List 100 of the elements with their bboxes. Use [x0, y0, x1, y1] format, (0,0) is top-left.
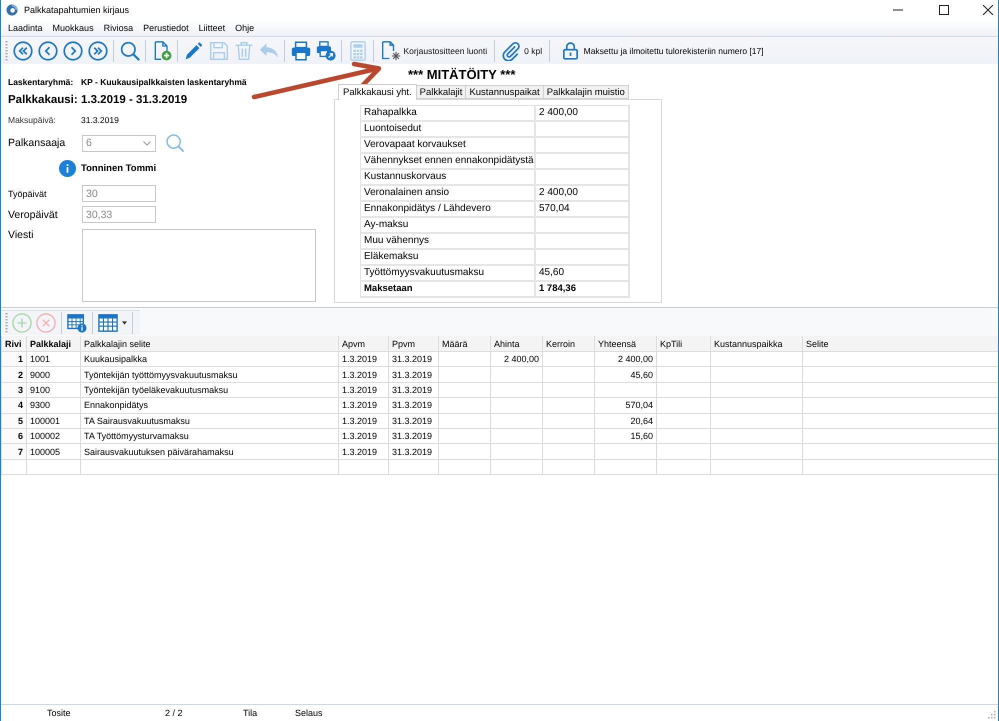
summary-label: Kustannuskorvaus — [361, 170, 536, 186]
row-number: 4 — [2, 398, 26, 414]
column-header: Apvm — [338, 336, 388, 352]
menu-item[interactable]: Ohje — [230, 20, 260, 34]
table-info-icon — [67, 313, 87, 333]
app-logo-icon — [6, 4, 18, 16]
column-header: KpTili — [656, 336, 710, 352]
tab[interactable]: Kustannuspaikat — [466, 85, 544, 99]
table-cell: 31.3.2019 — [388, 444, 438, 460]
status-bar-text: Tosite — [47, 708, 72, 718]
next-record-button[interactable] — [60, 38, 84, 62]
paperclip-icon — [501, 40, 522, 60]
row-info-button[interactable] — [66, 312, 88, 334]
caret-icon — [122, 321, 127, 325]
table-cell: 31.3.2019 — [388, 352, 438, 367]
table-cell: 2 400,00 — [594, 352, 656, 367]
document-asterisk-icon — [380, 40, 400, 60]
table-cell: 1.3.2019 — [338, 428, 388, 444]
table-cell: 9000 — [26, 366, 80, 382]
calc-group-value: KP - Kuukausipalkkaisten laskentaryhmä — [81, 77, 247, 87]
status-bar-text: Selaus — [295, 708, 323, 718]
pay-date-label: Maksupäivä: — [8, 115, 57, 125]
employee-name: Tonninen Tommi — [81, 162, 156, 174]
menu-item[interactable]: Liitteet — [194, 20, 230, 34]
summary-value: 2 400,00 — [536, 106, 630, 122]
chevron-left-icon — [38, 40, 58, 60]
menu-item[interactable]: Perustiedot — [138, 20, 194, 34]
table-cell: 570,04 — [594, 398, 656, 414]
column-header: Rivi — [2, 336, 26, 352]
table-cell: 1.3.2019 — [338, 398, 388, 414]
table-cell: 31.3.2019 — [388, 413, 438, 428]
x-circle-icon — [36, 313, 56, 333]
column-settings-button[interactable] — [97, 312, 128, 334]
row-number: 5 — [2, 413, 26, 428]
chevron-right-icon — [62, 40, 82, 60]
summary-label: Ennakonpidätys / Lähdevero — [361, 202, 536, 218]
tab[interactable]: Palkkakausi yht. — [338, 84, 417, 100]
table-grid-icon — [98, 313, 118, 333]
last-record-button[interactable] — [86, 38, 110, 62]
printer-icon — [290, 40, 310, 60]
summary-value: 45,60 — [536, 266, 630, 282]
calculator-icon — [348, 40, 368, 60]
correction-voucher-button[interactable]: Korjaustositteen luonti — [378, 38, 490, 62]
previous-record-button[interactable] — [36, 38, 60, 62]
period-value: 1.3.2019 - 31.3.2019 — [81, 94, 188, 106]
toolbar-grip-icon — [5, 312, 8, 334]
table-cell: 100002 — [26, 428, 80, 444]
menu-item[interactable]: Laadinta — [3, 20, 48, 34]
table-cell: 1.3.2019 — [338, 444, 388, 460]
window-title: Palkkatapahtumien kirjaus — [24, 4, 130, 14]
menu-item[interactable]: Muokkaus — [48, 20, 99, 34]
field-label: Veropäivät — [8, 208, 59, 220]
chevron-down-icon — [143, 140, 151, 146]
message-label: Viesti — [8, 229, 34, 241]
plus-circle-icon — [12, 313, 32, 333]
table-cell: 100001 — [26, 413, 80, 428]
toolbar-grip-icon — [5, 40, 8, 62]
printer-arrow-icon — [316, 40, 336, 60]
close-icon — [983, 4, 993, 14]
column-header: Palkkalaji — [26, 336, 80, 352]
summary-label: Rahapalkka — [361, 106, 536, 122]
summary-label: Verovapaat korvaukset — [361, 138, 536, 154]
search-icon — [120, 40, 140, 60]
table-cell: 1001 — [26, 352, 80, 367]
row-number: 1 — [2, 352, 26, 367]
row-number: 3 — [2, 382, 26, 398]
summary-label: Maksetaan — [361, 282, 536, 298]
column-header: Ppvm — [388, 336, 438, 352]
menu-item[interactable]: Riviosa — [98, 20, 138, 34]
summary-value: 2 400,00 — [536, 186, 630, 202]
table-cell: 31.3.2019 — [388, 428, 438, 444]
table-cell: Työntekijän työeläkevakuutusmaksu — [80, 382, 338, 398]
summary-value: 570,04 — [536, 202, 630, 218]
tab[interactable]: Palkkalajit — [416, 85, 466, 99]
payee-label: Palkansaaja — [8, 137, 66, 149]
table-cell: Työntekijän työttömyysvakuutusmaksu — [80, 366, 338, 382]
summary-label: Eläkemaksu — [361, 250, 536, 266]
column-header: Määrä — [438, 336, 490, 352]
status-bar-text: Tila — [243, 708, 258, 718]
tab[interactable]: Palkkalajin muistio — [544, 85, 629, 99]
table-cell: TA Sairausvakuutusmaksu — [80, 413, 338, 428]
message-field[interactable] — [82, 229, 316, 302]
voided-title: *** MITÄTÖITY *** — [408, 68, 516, 82]
table-cell: 9300 — [26, 398, 80, 414]
payment-status-text: Maksettu ja ilmoitettu tulorekisteriin numero [17] — [584, 46, 764, 56]
column-header: Selite — [802, 336, 998, 352]
attachments-button[interactable]: 0 kpl — [498, 38, 546, 62]
table-cell: 1.3.2019 — [338, 366, 388, 382]
table-cell: 2 400,00 — [490, 352, 542, 367]
table-cell: Ennakonpidätys — [80, 398, 338, 414]
pencil-icon — [184, 40, 204, 60]
column-header: Ahinta — [490, 336, 542, 352]
resize-grip-icon — [986, 709, 996, 719]
table-cell: 31.3.2019 — [388, 382, 438, 398]
first-record-button[interactable] — [10, 38, 34, 62]
table-cell: 1.3.2019 — [338, 413, 388, 428]
summary-label: Muu vähennys — [361, 234, 536, 250]
table-cell: 1.3.2019 — [338, 382, 388, 398]
table-cell: 31.3.2019 — [388, 366, 438, 382]
table-cell: 100005 — [26, 444, 80, 460]
